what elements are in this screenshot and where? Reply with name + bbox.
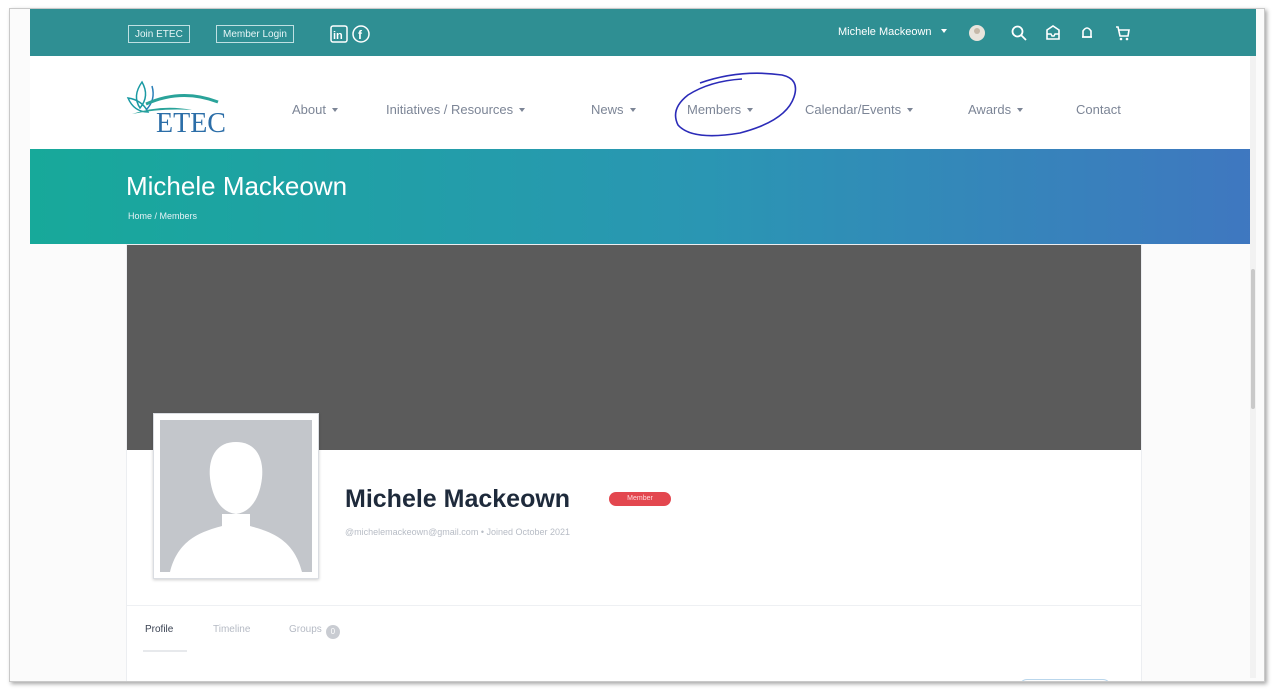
chevron-down-icon: [519, 108, 526, 112]
linkedin-icon[interactable]: in: [330, 25, 348, 43]
cart-icon[interactable]: [1114, 24, 1132, 42]
tab-timeline[interactable]: Timeline: [213, 624, 250, 635]
top-bar: Join ETEC Member Login in f Michele Mack…: [30, 9, 1256, 56]
tab-groups-label: Groups: [289, 624, 322, 635]
page-title: Michele Mackeown: [126, 171, 348, 201]
user-menu[interactable]: Michele Mackeown: [838, 26, 947, 38]
profile-tabs: Profile Timeline Groups 0: [127, 605, 1141, 654]
svg-text:in: in: [333, 30, 343, 42]
avatar-placeholder: [160, 420, 312, 572]
main-nav: ETEC About Initiatives / Resources News …: [30, 56, 1256, 149]
nav-contact-label: Contact: [1076, 102, 1121, 117]
tab-groups[interactable]: Groups 0: [289, 624, 340, 639]
etec-logo[interactable]: ETEC: [122, 74, 262, 139]
avatar[interactable]: [968, 24, 986, 42]
tab-profile[interactable]: Profile: [145, 624, 173, 635]
chevron-down-icon: [747, 108, 754, 112]
profile-meta: @michelemackeown@gmail.com • Joined Octo…: [345, 527, 571, 537]
chevron-down-icon: [629, 108, 636, 112]
nav-calendar-events[interactable]: Calendar/Events: [805, 102, 914, 117]
chevron-down-icon: [331, 108, 338, 112]
nav-awards-label: Awards: [968, 102, 1012, 117]
scrollbar-thumb[interactable]: [1251, 269, 1255, 409]
person-silhouette-icon: [170, 442, 302, 572]
nav-about[interactable]: About: [292, 102, 338, 117]
nav-members-label: Members: [687, 102, 742, 117]
logo-text: ETEC: [156, 108, 226, 138]
svg-text:f: f: [358, 28, 363, 42]
profile-action-button[interactable]: [1019, 679, 1111, 681]
nav-initiatives-label: Initiatives / Resources: [386, 102, 514, 117]
search-icon[interactable]: [1010, 24, 1028, 42]
join-etec-button[interactable]: Join ETEC: [128, 25, 190, 43]
nav-about-label: About: [292, 102, 326, 117]
chevron-down-icon: [1017, 108, 1024, 112]
nav-news[interactable]: News: [591, 102, 636, 117]
groups-count: 0: [325, 625, 340, 639]
chevron-down-icon: [940, 29, 947, 33]
nav-contact[interactable]: Contact: [1076, 102, 1121, 117]
breadcrumb[interactable]: Home / Members: [128, 211, 197, 221]
bell-icon[interactable]: [1078, 24, 1096, 42]
page-header: Michele Mackeown Home / Members: [30, 149, 1256, 244]
chevron-down-icon: [907, 108, 914, 112]
profile-avatar[interactable]: [153, 413, 319, 579]
nav-news-label: News: [591, 102, 624, 117]
profile-name: Michele Mackeown: [345, 485, 571, 513]
member-login-button[interactable]: Member Login: [216, 25, 294, 43]
screenshot-frame: Join ETEC Member Login in f Michele Mack…: [9, 8, 1265, 682]
nav-members[interactable]: Members: [687, 102, 754, 117]
inbox-icon[interactable]: [1044, 24, 1062, 42]
nav-initiatives-resources[interactable]: Initiatives / Resources: [386, 102, 526, 117]
member-badge: Member: [609, 492, 671, 506]
facebook-icon[interactable]: f: [352, 25, 370, 43]
user-name: Michele Mackeown: [838, 26, 932, 38]
profile-card: Michele Mackeown Member @michelemackeown…: [126, 244, 1142, 681]
nav-calendar-label: Calendar/Events: [805, 102, 902, 117]
active-tab-indicator: [143, 650, 187, 652]
nav-awards[interactable]: Awards: [968, 102, 1024, 117]
